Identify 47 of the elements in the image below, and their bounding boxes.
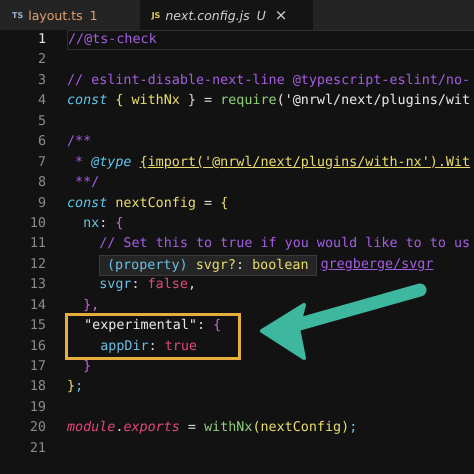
code-line: appDir: true <box>99 338 197 356</box>
code-line: //@ts-check <box>68 31 157 49</box>
code-line: const { withNx } = require('@nrwl/next/plugins/wit <box>67 92 470 110</box>
code-line: /** <box>67 133 92 152</box>
code-line: const nextConfig = { <box>67 194 228 212</box>
tab-label: next.config.js <box>165 8 250 22</box>
editor-tab[interactable]: JS next.config.js U × <box>140 0 314 30</box>
tab-label: layout.ts <box>28 8 83 22</box>
problem-count: 1 <box>90 8 98 22</box>
line-number: 14 <box>28 296 46 315</box>
line-number: 12 <box>28 256 46 274</box>
line-number: 4 <box>36 92 46 110</box>
file-type-icon: JS <box>152 10 160 20</box>
line-number: 3 <box>36 72 46 90</box>
code-line: }, <box>82 296 100 315</box>
line-number: 20 <box>28 419 46 438</box>
code-line: svgr: false, <box>98 276 196 294</box>
line-number: 9 <box>36 194 46 212</box>
line-number: 18 <box>28 378 46 396</box>
line-number: 2 <box>36 51 46 70</box>
line-number: 6 <box>36 133 46 152</box>
line-number: 16 <box>28 338 46 356</box>
line-number: 8 <box>36 174 46 192</box>
close-icon[interactable]: × <box>274 6 288 24</box>
line-number: 17 <box>28 358 46 376</box>
hover-tooltip: (property) svgr?: boolean <box>99 254 317 276</box>
line-number: 11 <box>28 235 46 254</box>
code-line: } <box>82 358 92 376</box>
line-number: 1 <box>36 31 46 49</box>
code-line: module.exports = withNx(nextConfig); <box>67 419 358 438</box>
line-number: 19 <box>28 398 46 417</box>
code-line: nx: { <box>82 214 124 233</box>
line-number: 13 <box>28 276 46 294</box>
link[interactable]: gregberge/svgr <box>320 254 434 276</box>
code-line: // Set this to true if you would like to to us <box>98 235 470 254</box>
line-number: 5 <box>36 112 46 131</box>
code-line: **/ <box>74 174 100 192</box>
code-line: }; <box>67 378 84 396</box>
git-status: U <box>256 8 266 22</box>
line-number: 10 <box>28 214 46 233</box>
line-number: 15 <box>28 317 46 336</box>
file-type-icon: TS <box>12 10 24 20</box>
code-line: // eslint-disable-next-line @typescript-eslint/no- <box>67 72 470 90</box>
code-line: * @type {import('@nrwl/next/plugins/with-nx').Wit <box>74 154 470 172</box>
code-line: "experimental": { <box>83 317 222 336</box>
line-number: 21 <box>28 440 46 458</box>
line-number: 7 <box>36 154 46 172</box>
